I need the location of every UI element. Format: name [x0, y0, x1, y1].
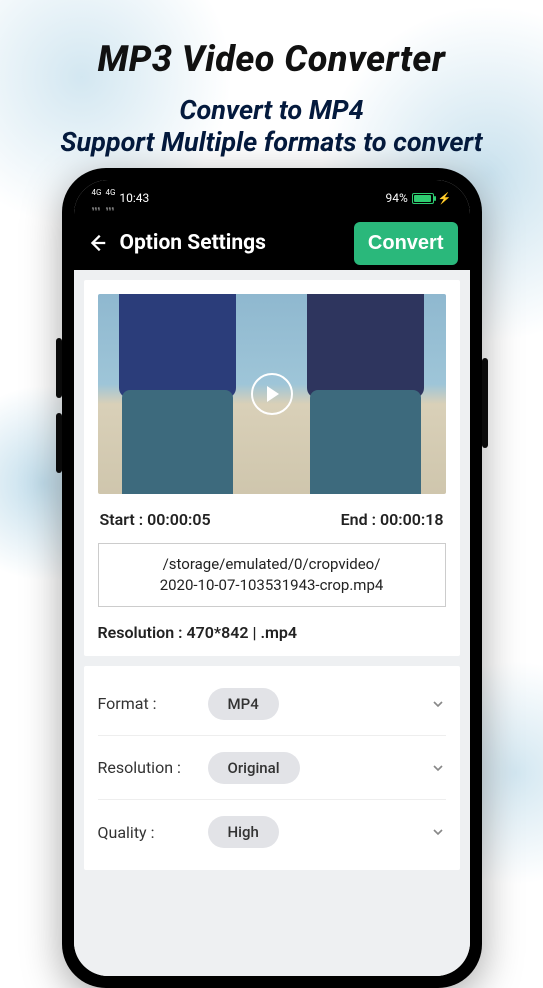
phone-volume-up-button [56, 338, 62, 398]
phone-screen: 4G₁₁₁ 4G₁₁₁ 10:43 94% ⚡ Option Settings … [74, 180, 470, 976]
end-time-label: End : 00:00:18 [341, 510, 444, 529]
page-title: Option Settings [120, 231, 342, 255]
app-bar: Option Settings Convert [74, 216, 470, 270]
thumbnail-figure-right [292, 294, 438, 494]
thumbnail-figure-left [104, 294, 250, 494]
status-time: 10:43 [119, 191, 149, 205]
quality-value-pill[interactable]: High [208, 816, 279, 848]
time-row: Start : 00:00:05 End : 00:00:18 [98, 510, 446, 529]
resolution-label: Resolution : [98, 758, 208, 777]
file-path-line2: 2020-10-07-103531943-crop.mp4 [160, 576, 384, 594]
video-info-card: Start : 00:00:05 End : 00:00:18 /storage… [84, 280, 460, 656]
resolution-row[interactable]: Resolution : Original [98, 736, 446, 800]
quality-row[interactable]: Quality : High [98, 800, 446, 864]
back-arrow-icon [86, 232, 108, 254]
format-value-pill[interactable]: MP4 [208, 688, 279, 720]
promo-title: MP3 Video Converter [0, 0, 543, 80]
phone-frame: 4G₁₁₁ 4G₁₁₁ 10:43 94% ⚡ Option Settings … [62, 168, 482, 988]
phone-notch [187, 180, 357, 206]
content-area: Start : 00:00:05 End : 00:00:18 /storage… [74, 270, 470, 976]
phone-power-button [482, 358, 488, 448]
battery-icon [412, 193, 434, 204]
quality-label: Quality : [98, 823, 208, 842]
convert-button[interactable]: Convert [354, 222, 458, 265]
resolution-value-pill[interactable]: Original [208, 752, 300, 784]
file-path-box: /storage/emulated/0/cropvideo/ 2020-10-0… [98, 543, 446, 607]
play-icon[interactable] [251, 373, 293, 415]
phone-volume-down-button [56, 413, 62, 473]
format-label: Format : [98, 694, 208, 713]
promo-subtitle-line1: Convert to MP4 [179, 94, 363, 126]
video-thumbnail[interactable] [98, 294, 446, 494]
chevron-down-icon [430, 760, 446, 776]
status-right: 94% ⚡ [386, 191, 452, 205]
format-row[interactable]: Format : MP4 [98, 672, 446, 736]
promo-subtitle-line2: Support Multiple formats to convert [60, 126, 482, 158]
battery-percent: 94% [386, 191, 408, 205]
charging-icon: ⚡ [438, 192, 452, 205]
chevron-down-icon [430, 824, 446, 840]
start-time-label: Start : 00:00:05 [100, 510, 211, 529]
settings-card: Format : MP4 Resolution : Original Quali… [84, 666, 460, 870]
promo-subtitle: Convert to MP4 Support Multiple formats … [0, 94, 543, 159]
status-left: 4G₁₁₁ 4G₁₁₁ 10:43 [92, 184, 150, 212]
back-button[interactable] [86, 232, 108, 254]
signal-icon: 4G₁₁₁ [92, 184, 102, 212]
signal-icon-2: 4G₁₁₁ [105, 184, 115, 212]
resolution-info: Resolution : 470*842 | .mp4 [98, 623, 446, 642]
chevron-down-icon [430, 696, 446, 712]
file-path-line1: /storage/emulated/0/cropvideo/ [163, 555, 381, 573]
